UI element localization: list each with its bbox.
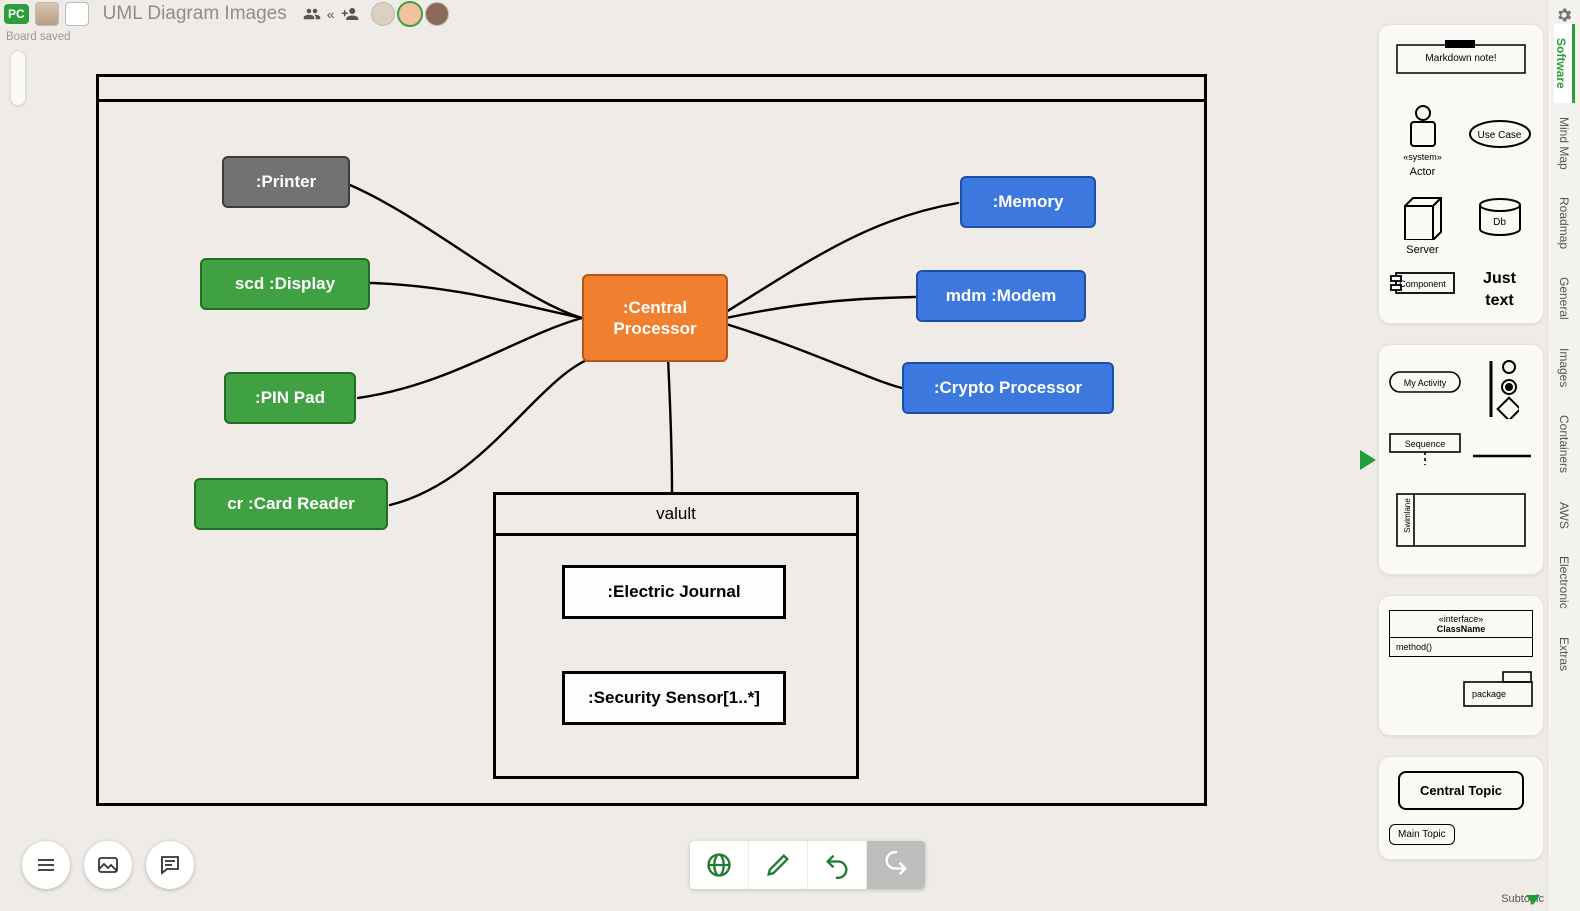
collapse-icon[interactable]: « [327, 6, 335, 22]
sequence-label: Sequence [1405, 439, 1446, 449]
undo-button[interactable] [808, 841, 867, 889]
presence-avatar-1[interactable] [371, 2, 395, 26]
presence-avatar-3[interactable] [425, 2, 449, 26]
zoom-slider[interactable] [10, 50, 26, 106]
globe-icon [705, 851, 733, 879]
class-name: ClassName [1390, 624, 1532, 634]
bottom-left-tools [22, 841, 194, 889]
tab-extras[interactable]: Extras [1557, 623, 1571, 685]
shape-server[interactable]: Server [1389, 192, 1456, 256]
shape-swimlane[interactable]: Swimlane [1389, 493, 1533, 560]
new-board-icon[interactable] [65, 2, 89, 26]
node-vault-package[interactable]: valult :Electric Journal :Security Senso… [493, 492, 859, 779]
shape-actor[interactable]: «system» Actor [1389, 104, 1456, 178]
image-button[interactable] [84, 841, 132, 889]
just-text-line1: Just [1483, 270, 1516, 288]
node-memory[interactable]: :Memory [960, 176, 1096, 228]
palette-activity: My Activity Sequence Swimlane [1378, 344, 1544, 575]
shape-db[interactable]: Db [1466, 192, 1533, 256]
shape-activity[interactable]: My Activity [1389, 359, 1461, 419]
comment-button[interactable] [146, 841, 194, 889]
tab-mind-map[interactable]: Mind Map [1557, 103, 1571, 184]
class-method: method() [1390, 638, 1532, 656]
shape-central-topic[interactable]: Central Topic [1389, 771, 1533, 810]
gear-icon[interactable] [1555, 6, 1573, 24]
expand-panel-down-icon[interactable] [1526, 895, 1540, 905]
board-saved-status: Board saved [6, 31, 71, 43]
owner-badge[interactable]: PC [4, 4, 29, 24]
markdown-note-text: Markdown note! [1425, 53, 1496, 64]
node-card-reader[interactable]: cr :Card Reader [194, 478, 388, 530]
tab-general[interactable]: General [1557, 263, 1571, 334]
tab-software[interactable]: Software [1554, 24, 1575, 103]
shape-line[interactable] [1471, 433, 1533, 479]
tab-aws[interactable]: AWS [1557, 488, 1571, 543]
shape-use-case[interactable]: Use Case [1466, 104, 1533, 178]
list-icon [34, 853, 58, 877]
tab-containers[interactable]: Containers [1557, 401, 1571, 487]
palette-topics: Central Topic Main Topic [1378, 756, 1544, 860]
presence-avatar-2[interactable] [397, 1, 423, 27]
avatar-1[interactable] [35, 2, 59, 26]
expand-panel-left-icon[interactable] [1360, 450, 1376, 470]
actor-stereotype: «system» [1403, 152, 1442, 162]
swimlane-label: Swimlane [1403, 498, 1412, 533]
node-security-sensor[interactable]: :Security Sensor[1..*] [562, 671, 786, 725]
share-button[interactable] [867, 841, 925, 889]
just-text-line2: text [1485, 292, 1513, 310]
tab-images[interactable]: Images [1557, 334, 1571, 401]
db-label: Db [1493, 217, 1506, 228]
bottom-center-toolbar [690, 841, 925, 889]
class-stereotype: «interface» [1390, 614, 1532, 624]
actor-label: Actor [1410, 166, 1436, 178]
header-bar: PC UML Diagram Images « [0, 0, 1580, 28]
tab-roadmap[interactable]: Roadmap [1557, 183, 1571, 263]
component-label: Component [1399, 279, 1446, 289]
shape-palettes: Markdown note! «system» Actor Use Case S… [1378, 24, 1544, 860]
presence-avatars [371, 1, 449, 27]
node-printer[interactable]: :Printer [222, 156, 350, 208]
board-title[interactable]: UML Diagram Images [103, 3, 287, 25]
publish-web-button[interactable] [690, 841, 749, 889]
collaborators-icon[interactable] [303, 5, 321, 23]
add-user-icon[interactable] [341, 5, 359, 23]
shape-just-text[interactable]: Just text [1466, 270, 1533, 309]
shape-state-nodes[interactable] [1471, 359, 1533, 419]
palette-class: «interface» ClassName method() package [1378, 595, 1544, 736]
palette-software: Markdown note! «system» Actor Use Case S… [1378, 24, 1544, 324]
node-crypto[interactable]: :Crypto Processor [902, 362, 1114, 414]
list-view-button[interactable] [22, 841, 70, 889]
node-pin-pad[interactable]: :PIN Pad [224, 372, 356, 424]
node-modem[interactable]: mdm :Modem [916, 270, 1086, 322]
vault-title: valult [496, 495, 856, 536]
shape-package[interactable]: package [1389, 671, 1533, 721]
right-tab-bar: Software Mind Map Roadmap General Images… [1547, 0, 1580, 911]
shape-markdown-note[interactable]: Markdown note! [1389, 39, 1533, 90]
share-icon [882, 851, 910, 879]
frame-divider [99, 99, 1204, 102]
shape-main-topic[interactable]: Main Topic [1389, 824, 1455, 845]
tab-electronic[interactable]: Electronic [1557, 542, 1571, 623]
main-topic-label: Main Topic [1389, 824, 1455, 845]
edit-button[interactable] [749, 841, 808, 889]
shape-class[interactable]: «interface» ClassName method() [1389, 610, 1533, 657]
undo-icon [823, 851, 851, 879]
node-electric-journal[interactable]: :Electric Journal [562, 565, 786, 619]
shape-sequence[interactable]: Sequence [1389, 433, 1461, 479]
activity-label: My Activity [1404, 378, 1447, 388]
node-display[interactable]: scd :Display [200, 258, 370, 310]
node-central-proc[interactable]: :Central Processor [582, 274, 728, 362]
use-case-label: Use Case [1478, 130, 1522, 141]
image-icon [96, 853, 120, 877]
pencil-icon [764, 851, 792, 879]
shape-component[interactable]: Component [1389, 270, 1456, 309]
comment-icon [158, 853, 182, 877]
package-label: package [1472, 689, 1506, 699]
central-topic-label: Central Topic [1398, 771, 1524, 810]
server-label: Server [1406, 244, 1438, 256]
